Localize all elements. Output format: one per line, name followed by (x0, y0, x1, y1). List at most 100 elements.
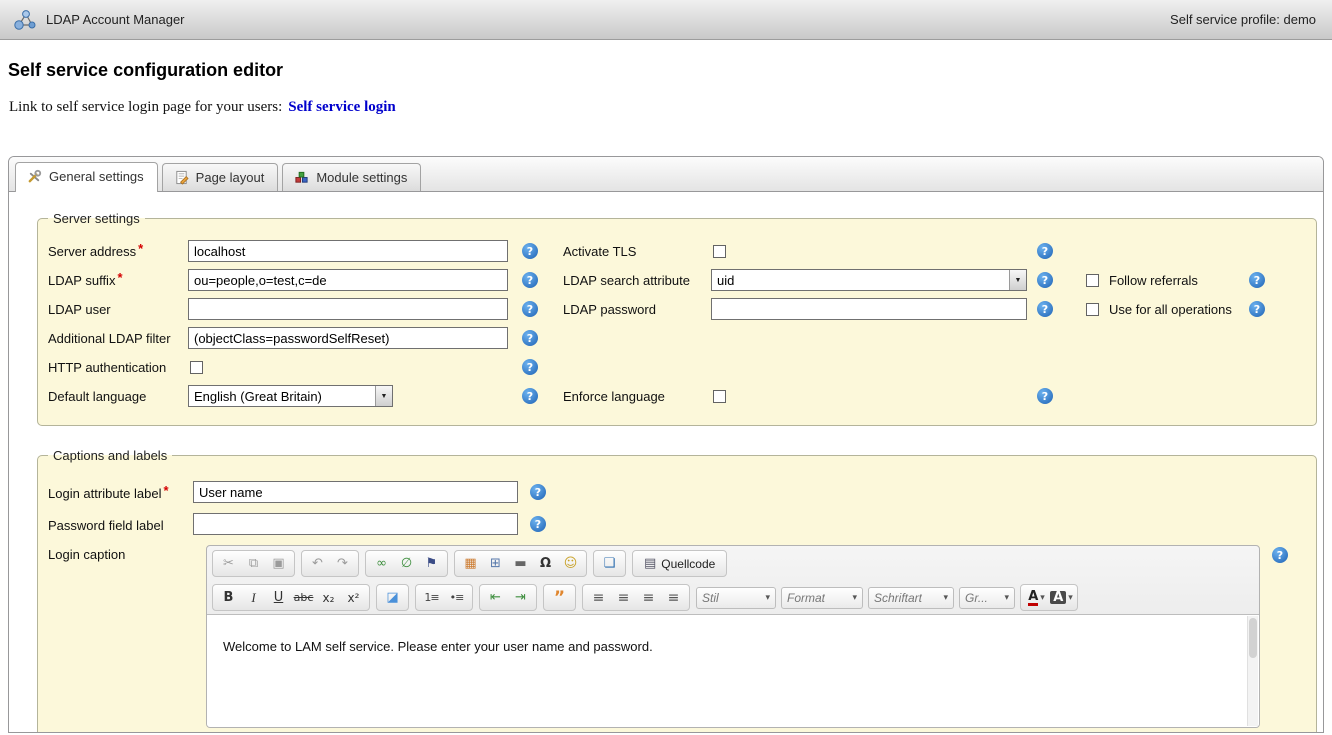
login-caption-label: Login caption (48, 545, 193, 562)
outdent-button[interactable]: ⇤ (484, 586, 507, 609)
background-color-button[interactable]: A▾ (1050, 586, 1073, 609)
horizontal-rule-icon[interactable]: ▬ (509, 552, 532, 575)
paste-icon[interactable]: ▣ (267, 552, 290, 575)
self-service-login-link[interactable]: Self service login (288, 99, 395, 115)
bullet-list-button[interactable]: •≡ (445, 586, 468, 609)
strikethrough-button[interactable]: abc (292, 586, 315, 609)
copy-icon[interactable]: ⧉ (242, 552, 265, 575)
subscript-button[interactable]: x₂ (317, 586, 340, 609)
styles-dropdown[interactable]: Stil▾ (696, 587, 776, 609)
default-language-select[interactable]: English (Great Britain)▼ (188, 385, 393, 407)
underline-button[interactable]: U (267, 586, 290, 609)
align-justify-button[interactable]: ≡ (662, 586, 685, 609)
form-row: LDAP suffix* ? LDAP search attribute uid… (48, 268, 1306, 292)
bold-button[interactable]: B (217, 586, 240, 609)
maximize-icon[interactable]: ❏ (598, 552, 621, 575)
login-caption-editor: ✂ ⧉ ▣ ↶ ↷ ∞ ∅ ⚑ (206, 545, 1260, 728)
follow-referrals-checkbox[interactable] (1086, 274, 1099, 287)
http-authentication-checkbox[interactable] (190, 361, 203, 374)
table-icon[interactable]: ⊞ (484, 552, 507, 575)
wrench-icon (27, 169, 42, 184)
help-icon[interactable]: ? (1037, 243, 1053, 259)
password-field-input[interactable] (193, 513, 518, 535)
ldap-user-input[interactable] (188, 298, 508, 320)
undo-icon[interactable]: ↶ (306, 552, 329, 575)
image-icon[interactable]: ▦ (459, 552, 482, 575)
anchor-icon[interactable]: ⚑ (420, 552, 443, 575)
text-color-button[interactable]: A▾ (1025, 586, 1048, 609)
help-icon[interactable]: ? (530, 484, 546, 500)
additional-ldap-filter-input[interactable] (188, 327, 508, 349)
help-icon[interactable]: ? (1037, 301, 1053, 317)
ldap-suffix-input[interactable] (188, 269, 508, 291)
scrollbar-thumb[interactable] (1249, 618, 1257, 658)
tab-page-layout[interactable]: Page layout (162, 163, 279, 191)
cleanup-group: ◪ (376, 584, 409, 611)
align-center-button[interactable]: ≡ (612, 586, 635, 609)
login-attribute-input[interactable] (193, 481, 518, 503)
ldap-password-label: LDAP password (563, 302, 711, 317)
ldap-search-attribute-select[interactable]: uid▼ (711, 269, 1027, 291)
server-address-input[interactable] (188, 240, 508, 262)
tab-label: Page layout (196, 170, 265, 185)
tab-label: Module settings (316, 170, 407, 185)
dropdown-arrow-icon: ▼ (1009, 270, 1026, 290)
help-icon[interactable]: ? (1037, 272, 1053, 288)
link-icon[interactable]: ∞ (370, 552, 393, 575)
ldap-password-input[interactable] (711, 298, 1027, 320)
editor-toolbar-row-1: ✂ ⧉ ▣ ↶ ↷ ∞ ∅ ⚑ (207, 546, 1259, 580)
help-icon[interactable]: ? (1272, 547, 1288, 563)
superscript-button[interactable]: x² (342, 586, 365, 609)
source-button[interactable]: ▤Quellcode (636, 552, 723, 575)
help-icon[interactable]: ? (522, 243, 538, 259)
help-icon[interactable]: ? (1249, 301, 1265, 317)
activate-tls-label: Activate TLS (563, 244, 711, 259)
activate-tls-checkbox[interactable] (713, 245, 726, 258)
unlink-icon[interactable]: ∅ (395, 552, 418, 575)
numbered-list-button[interactable]: 1≡ (420, 586, 443, 609)
special-char-icon[interactable]: Ω (534, 552, 557, 575)
font-dropdown[interactable]: Schriftart▾ (868, 587, 954, 609)
editor-text[interactable]: Welcome to LAM self service. Please ente… (223, 639, 1233, 654)
align-left-button[interactable]: ≡ (587, 586, 610, 609)
top-bar: LDAP Account Manager Self service profil… (0, 0, 1332, 40)
link-group: ∞ ∅ ⚑ (365, 550, 448, 577)
tab-module-settings[interactable]: Module settings (282, 163, 421, 191)
form-row: Login attribute label* ? (48, 481, 1306, 503)
redo-icon[interactable]: ↷ (331, 552, 354, 575)
help-icon[interactable]: ? (530, 516, 546, 532)
smiley-icon[interactable]: ☺ (559, 552, 582, 575)
help-icon[interactable]: ? (1037, 388, 1053, 404)
use-for-all-operations-checkbox[interactable] (1086, 303, 1099, 316)
size-dropdown[interactable]: Gr...▾ (959, 587, 1015, 609)
enforce-language-checkbox[interactable] (713, 390, 726, 403)
editor-scrollbar[interactable] (1247, 616, 1258, 726)
server-settings-legend: Server settings (48, 211, 145, 226)
tab-bar: General settings Page layout Module sett… (9, 157, 1323, 192)
remove-format-button[interactable]: ◪ (381, 586, 404, 609)
help-icon[interactable]: ? (522, 359, 538, 375)
help-icon[interactable]: ? (522, 388, 538, 404)
required-marker: * (163, 483, 168, 498)
http-authentication-cell (188, 361, 510, 374)
editor-toolbar-row-2: B I U abc x₂ x² ◪ 1≡ •≡ (207, 580, 1259, 614)
help-icon[interactable]: ? (522, 272, 538, 288)
blockquote-button[interactable]: ” (548, 586, 571, 609)
editor-content[interactable]: Welcome to LAM self service. Please ente… (207, 614, 1259, 727)
follow-referrals-group: Follow referrals ? (1084, 272, 1265, 288)
general-settings-panel: Server settings Server address* ? Activa… (9, 192, 1323, 733)
undo-group: ↶ ↷ (301, 550, 359, 577)
login-link-line: Link to self service login page for your… (9, 99, 1332, 116)
help-icon[interactable]: ? (1249, 272, 1265, 288)
format-dropdown[interactable]: Format▾ (781, 587, 863, 609)
cut-icon[interactable]: ✂ (217, 552, 240, 575)
page-title: Self service configuration editor (8, 60, 1332, 81)
italic-button[interactable]: I (242, 586, 265, 609)
use-for-all-operations-label: Use for all operations (1109, 302, 1237, 317)
indent-button[interactable]: ⇥ (509, 586, 532, 609)
tab-general-settings[interactable]: General settings (15, 162, 158, 192)
help-icon[interactable]: ? (522, 330, 538, 346)
align-right-button[interactable]: ≡ (637, 586, 660, 609)
help-icon[interactable]: ? (522, 301, 538, 317)
ldap-user-cell (188, 298, 510, 320)
